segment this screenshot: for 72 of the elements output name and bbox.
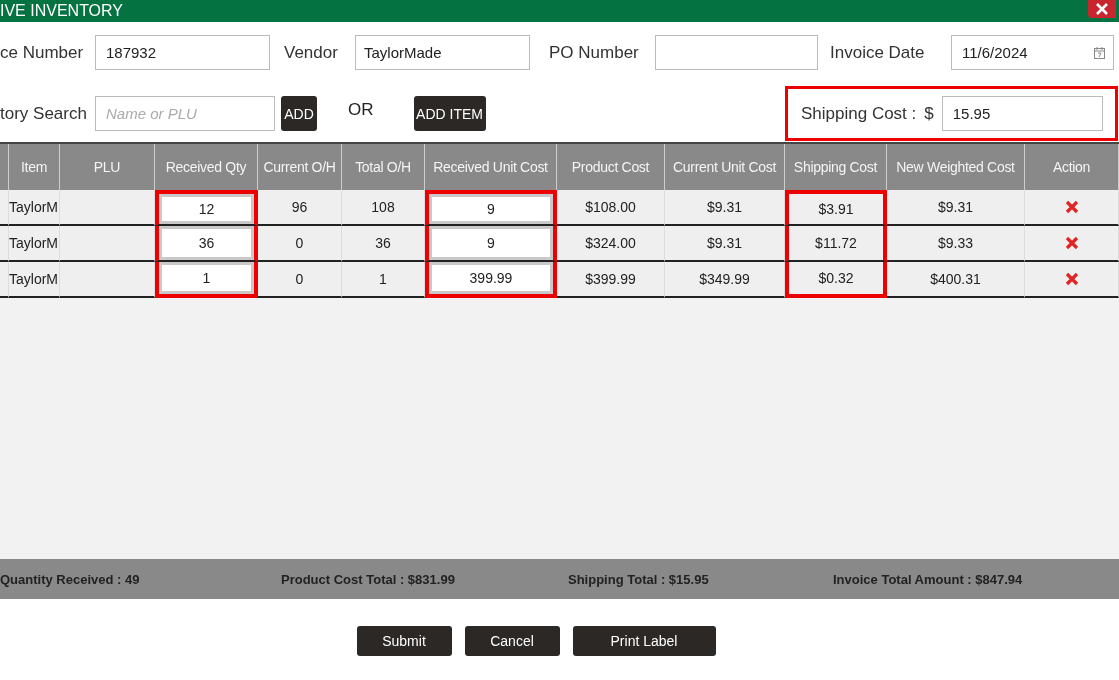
column-header: Product Cost	[557, 144, 665, 190]
total-text: Product Cost Total : $831.99	[281, 571, 456, 587]
table-cell: $349.99	[665, 262, 785, 298]
search-field[interactable]: Name or PLU	[95, 96, 275, 131]
input-field[interactable]: 36	[155, 226, 258, 262]
delete-icon[interactable]	[1064, 272, 1079, 286]
header-cell	[0, 144, 9, 190]
table-cell: $9.31	[887, 190, 1025, 226]
table-cell: 36	[342, 226, 425, 262]
date-field[interactable]: 11/6/2024	[951, 35, 1114, 70]
add-item-button[interactable]: ADD ITEM	[413, 96, 486, 131]
input-field[interactable]: 1	[155, 262, 258, 298]
table-cell	[0, 226, 9, 262]
table-cell: 1	[342, 262, 425, 298]
text-field[interactable]: TaylorMade	[355, 35, 530, 70]
table-cell: $9.33	[887, 226, 1025, 262]
table-cell: $9.31	[665, 190, 785, 226]
field-label: ce Number	[0, 42, 85, 63]
input-field[interactable]: 9	[425, 226, 557, 262]
table-cell: TaylorM	[9, 262, 60, 298]
table-cell: 108	[342, 190, 425, 226]
column-header: PLU	[60, 144, 155, 190]
field-label: Shipping Cost :	[801, 103, 917, 124]
table-cell: 0	[258, 262, 342, 298]
column-header: New Weighted Cost	[887, 144, 1025, 190]
window-title: IVE INVENTORY	[0, 1, 123, 21]
table-cell: $9.31	[665, 226, 785, 262]
table-cell: TaylorM	[9, 226, 60, 262]
column-header: Item	[9, 144, 60, 190]
total-text: Invoice Total Amount : $847.94	[833, 571, 1024, 587]
close-icon	[1095, 2, 1109, 16]
table-cell: $108.00	[557, 190, 665, 226]
table-cell	[0, 190, 9, 226]
field-label: tory Search	[0, 103, 88, 124]
field-label: Invoice Date	[830, 42, 926, 63]
field-label: PO Number	[549, 42, 640, 63]
field-label: Vendor	[284, 42, 339, 63]
calendar-icon[interactable]	[1094, 46, 1105, 59]
table-cell: 0	[258, 226, 342, 262]
or-text: OR	[348, 99, 374, 120]
column-header: Current Unit Cost	[665, 144, 785, 190]
delete-icon[interactable]	[1064, 236, 1079, 250]
table-cell: $400.31	[887, 262, 1025, 298]
close-button[interactable]	[1088, 0, 1116, 18]
total-text: Quantity Received : 49	[0, 571, 141, 587]
shipping-cost-field[interactable]: 15.95	[941, 96, 1103, 131]
add-button[interactable]: ADD	[281, 96, 317, 131]
table-cell: $399.99	[557, 262, 665, 298]
input-field[interactable]: 399.99	[425, 262, 557, 298]
column-header: Current O/H	[258, 144, 342, 190]
table-cell: 96	[258, 190, 342, 226]
table-cell: $324.00	[557, 226, 665, 262]
column-header: Total O/H	[342, 144, 425, 190]
column-header: Shipping Cost	[785, 144, 887, 190]
input-field[interactable]: 12	[155, 190, 258, 226]
action-button[interactable]: Submit	[356, 626, 452, 656]
table-cell: $0.32	[785, 262, 887, 298]
table-cell: $11.72	[785, 226, 887, 262]
input-field[interactable]: 9	[425, 190, 557, 226]
column-header: Received Unit Cost	[425, 144, 557, 190]
delete-icon[interactable]	[1064, 200, 1079, 214]
column-header: Action	[1025, 144, 1119, 190]
text-field[interactable]	[655, 35, 818, 70]
currency-sign: $	[924, 103, 934, 124]
table-cell	[0, 262, 9, 298]
total-text: Shipping Total : $15.95	[568, 571, 710, 587]
text-field[interactable]: 187932	[95, 35, 270, 70]
column-header: Received Qty	[155, 144, 258, 190]
action-button[interactable]: Print Label	[572, 626, 716, 656]
table-cell: TaylorM	[9, 190, 60, 226]
table-cell: $3.91	[785, 190, 887, 226]
action-button[interactable]: Cancel	[464, 626, 560, 656]
